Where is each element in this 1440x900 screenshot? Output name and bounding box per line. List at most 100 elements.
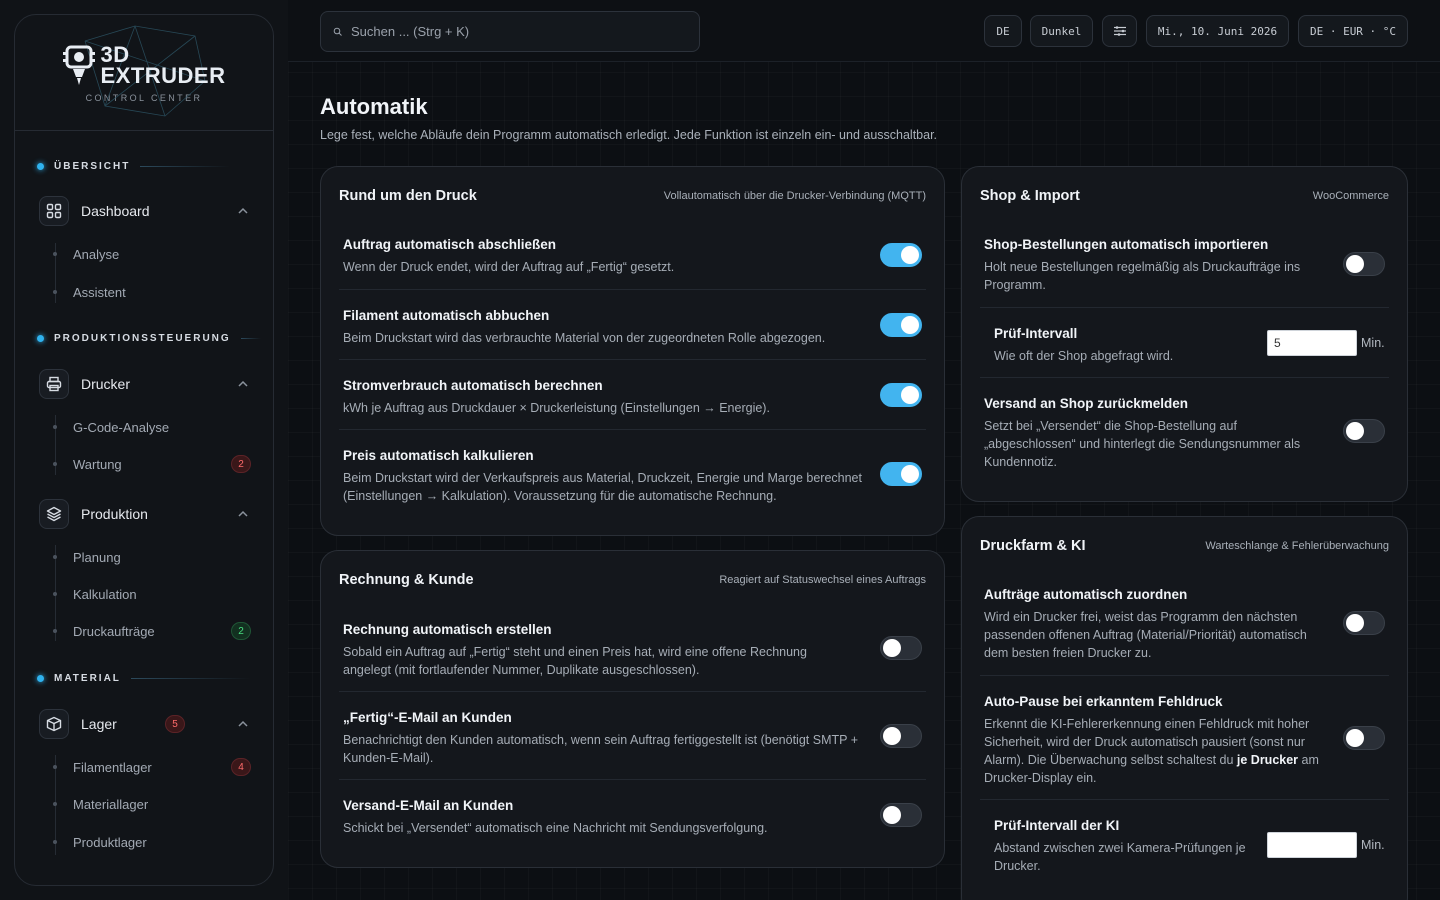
toggle-strom-berechnen[interactable]	[880, 383, 922, 407]
nav-produktlager[interactable]: Produktlager	[53, 831, 251, 853]
setting-title: Prüf-Intervall der KI	[994, 818, 1120, 833]
setting-desc: Erkennt die KI-Fehlererkennung einen Feh…	[984, 715, 1329, 787]
card-farm: Druckfarm & KI Warteschlange & Fehlerübe…	[961, 516, 1408, 900]
nav-planung[interactable]: Planung	[53, 546, 251, 568]
theme-button[interactable]: Dunkel	[1030, 15, 1093, 47]
setting-strom-berechnen: Stromverbrauch automatisch berechnen kWh…	[339, 378, 926, 430]
nav-druckauftraege[interactable]: Druckaufträge 2	[53, 620, 251, 642]
section-divider	[130, 678, 251, 679]
search-icon	[333, 27, 342, 36]
nav-analyse[interactable]: Analyse	[53, 243, 251, 265]
sub-dot	[53, 629, 57, 633]
setting-title: Auftrag automatisch abschließen	[343, 237, 557, 252]
setting-versand-email: Versand-E-Mail an Kunden Schickt bei „Ve…	[339, 798, 926, 843]
locale-button[interactable]: DE · EUR · °C	[1298, 15, 1408, 47]
card-shop: Shop & Import WooCommerce Shop-Bestellun…	[961, 166, 1408, 502]
sidebar: 3D EXTRUDER CONTROL CENTER ÜBERSICHT Das…	[14, 14, 274, 886]
toggle-knob	[1346, 729, 1364, 747]
setting-filament-abbuchen: Filament automatisch abbuchen Beim Druck…	[339, 308, 926, 360]
card-druck-title: Rund um den Druck	[339, 188, 477, 204]
toggle-versand-email[interactable]	[880, 803, 922, 827]
toggle-knob	[901, 386, 919, 404]
chevron-up-icon[interactable]	[235, 203, 251, 219]
card-druck-hint: Vollautomatisch über die Drucker-Verbind…	[663, 190, 926, 202]
chevron-up-icon[interactable]	[235, 716, 251, 732]
nav-lager[interactable]: Lager 5	[39, 708, 251, 740]
setting-title: Versand an Shop zurückmelden	[984, 396, 1189, 411]
toggle-knob	[901, 316, 919, 334]
sub-dot	[53, 592, 57, 596]
shop-intervall-input[interactable]	[1267, 330, 1357, 356]
section-uebersicht: ÜBERSICHT	[37, 161, 231, 172]
chevron-up-icon[interactable]	[235, 506, 251, 522]
toggle-rechnung-erstellen[interactable]	[880, 636, 922, 660]
toggle-knob	[901, 246, 919, 264]
auftraege-count-badge: 2	[231, 622, 251, 640]
nav-produktion-label: Produktion	[81, 506, 148, 522]
toggle-preis-kalkulieren[interactable]	[880, 462, 922, 486]
nav-assistent[interactable]: Assistent	[53, 281, 251, 303]
ki-intervall-unit: Min.	[1361, 838, 1385, 852]
sub-dot	[53, 252, 57, 256]
setting-title: Aufträge automatisch zuordnen	[984, 587, 1188, 602]
setting-auto-pause: Auto-Pause bei erkanntem Fehldruck Erken…	[980, 694, 1389, 800]
grid-icon	[39, 196, 69, 226]
nav-dashboard[interactable]: Dashboard	[39, 195, 251, 227]
toggle-auto-pause[interactable]	[1343, 726, 1385, 750]
extruder-icon	[63, 45, 96, 85]
card-farm-title: Druckfarm & KI	[980, 538, 1086, 554]
nav-kalkulation[interactable]: Kalkulation	[53, 583, 251, 605]
nav-gcode-analyse[interactable]: G-Code-Analyse	[53, 416, 251, 438]
section-dot	[37, 335, 44, 342]
section-divider	[240, 338, 261, 339]
toggle-auftraege-zuordnen[interactable]	[1343, 611, 1385, 635]
setting-title: Auto-Pause bei erkanntem Fehldruck	[984, 694, 1223, 709]
toggle-fertig-email[interactable]	[880, 724, 922, 748]
nav-gcode-label: G-Code-Analyse	[73, 419, 170, 435]
section-label: PRODUKTIONSSTEUERUNG	[54, 333, 231, 344]
chevron-up-icon[interactable]	[235, 376, 251, 392]
toggle-versand-zurueckmelden[interactable]	[1343, 419, 1385, 443]
sub-dot	[53, 840, 57, 844]
toggle-shop-import[interactable]	[1343, 252, 1385, 276]
page-subtitle: Lege fest, welche Abläufe dein Programm …	[320, 128, 938, 142]
setting-desc: Beim Druckstart wird das verbrauchte Mat…	[343, 331, 826, 345]
setting-desc: Wird ein Drucker frei, weist das Program…	[984, 610, 1307, 660]
toggle-knob	[883, 639, 901, 657]
ki-intervall-input[interactable]	[1267, 832, 1357, 858]
setting-title: Prüf-Intervall	[994, 326, 1078, 341]
setting-desc: Wenn der Druck endet, wird der Auftrag a…	[343, 260, 675, 274]
setting-title: Versand-E-Mail an Kunden	[343, 798, 514, 813]
nav-materiallager[interactable]: Materiallager	[53, 793, 251, 815]
sub-dot	[53, 765, 57, 769]
nav-filamentlager[interactable]: Filamentlager 4	[53, 756, 251, 778]
search-input[interactable]: Suchen ... (Strg + K)	[320, 11, 700, 52]
setting-desc: Benachrichtigt den Kunden automatisch, w…	[343, 733, 858, 765]
section-dot	[37, 675, 44, 682]
language-button[interactable]: DE	[984, 15, 1022, 47]
section-produktionssteuerung: PRODUKTIONSSTEUERUNG	[37, 333, 261, 344]
section-dot	[37, 163, 44, 170]
section-label: MATERIAL	[54, 673, 121, 684]
toggle-auftrag-abschliessen[interactable]	[880, 243, 922, 267]
toggle-knob	[883, 806, 901, 824]
sliders-icon	[1113, 26, 1126, 36]
setting-desc: Holt neue Bestellungen regelmäßig als Dr…	[984, 260, 1301, 292]
sub-dot	[53, 802, 57, 806]
setting-desc: Sobald ein Auftrag auf „Fertig“ steht un…	[343, 645, 807, 677]
nav-drucker[interactable]: Drucker	[39, 368, 251, 400]
nav-druckauftraege-label: Druckaufträge	[73, 623, 155, 639]
page-title: Automatik	[320, 94, 428, 119]
toggle-filament-abbuchen[interactable]	[880, 313, 922, 337]
brand-logo[interactable]: 3D EXTRUDER CONTROL CENTER	[15, 15, 273, 131]
setting-shop-intervall: Prüf-Intervall Wie oft der Shop abgefrag…	[980, 326, 1389, 378]
nav-wartung[interactable]: Wartung 2	[53, 453, 251, 475]
card-rechnung-title: Rechnung & Kunde	[339, 572, 474, 588]
printer-icon	[39, 369, 69, 399]
density-button[interactable]	[1102, 15, 1137, 47]
nav-produktion[interactable]: Produktion	[39, 498, 251, 530]
sub-dot	[53, 555, 57, 559]
nav-wartung-label: Wartung	[73, 456, 122, 472]
toggle-knob	[1346, 422, 1364, 440]
layers-icon	[39, 499, 69, 529]
